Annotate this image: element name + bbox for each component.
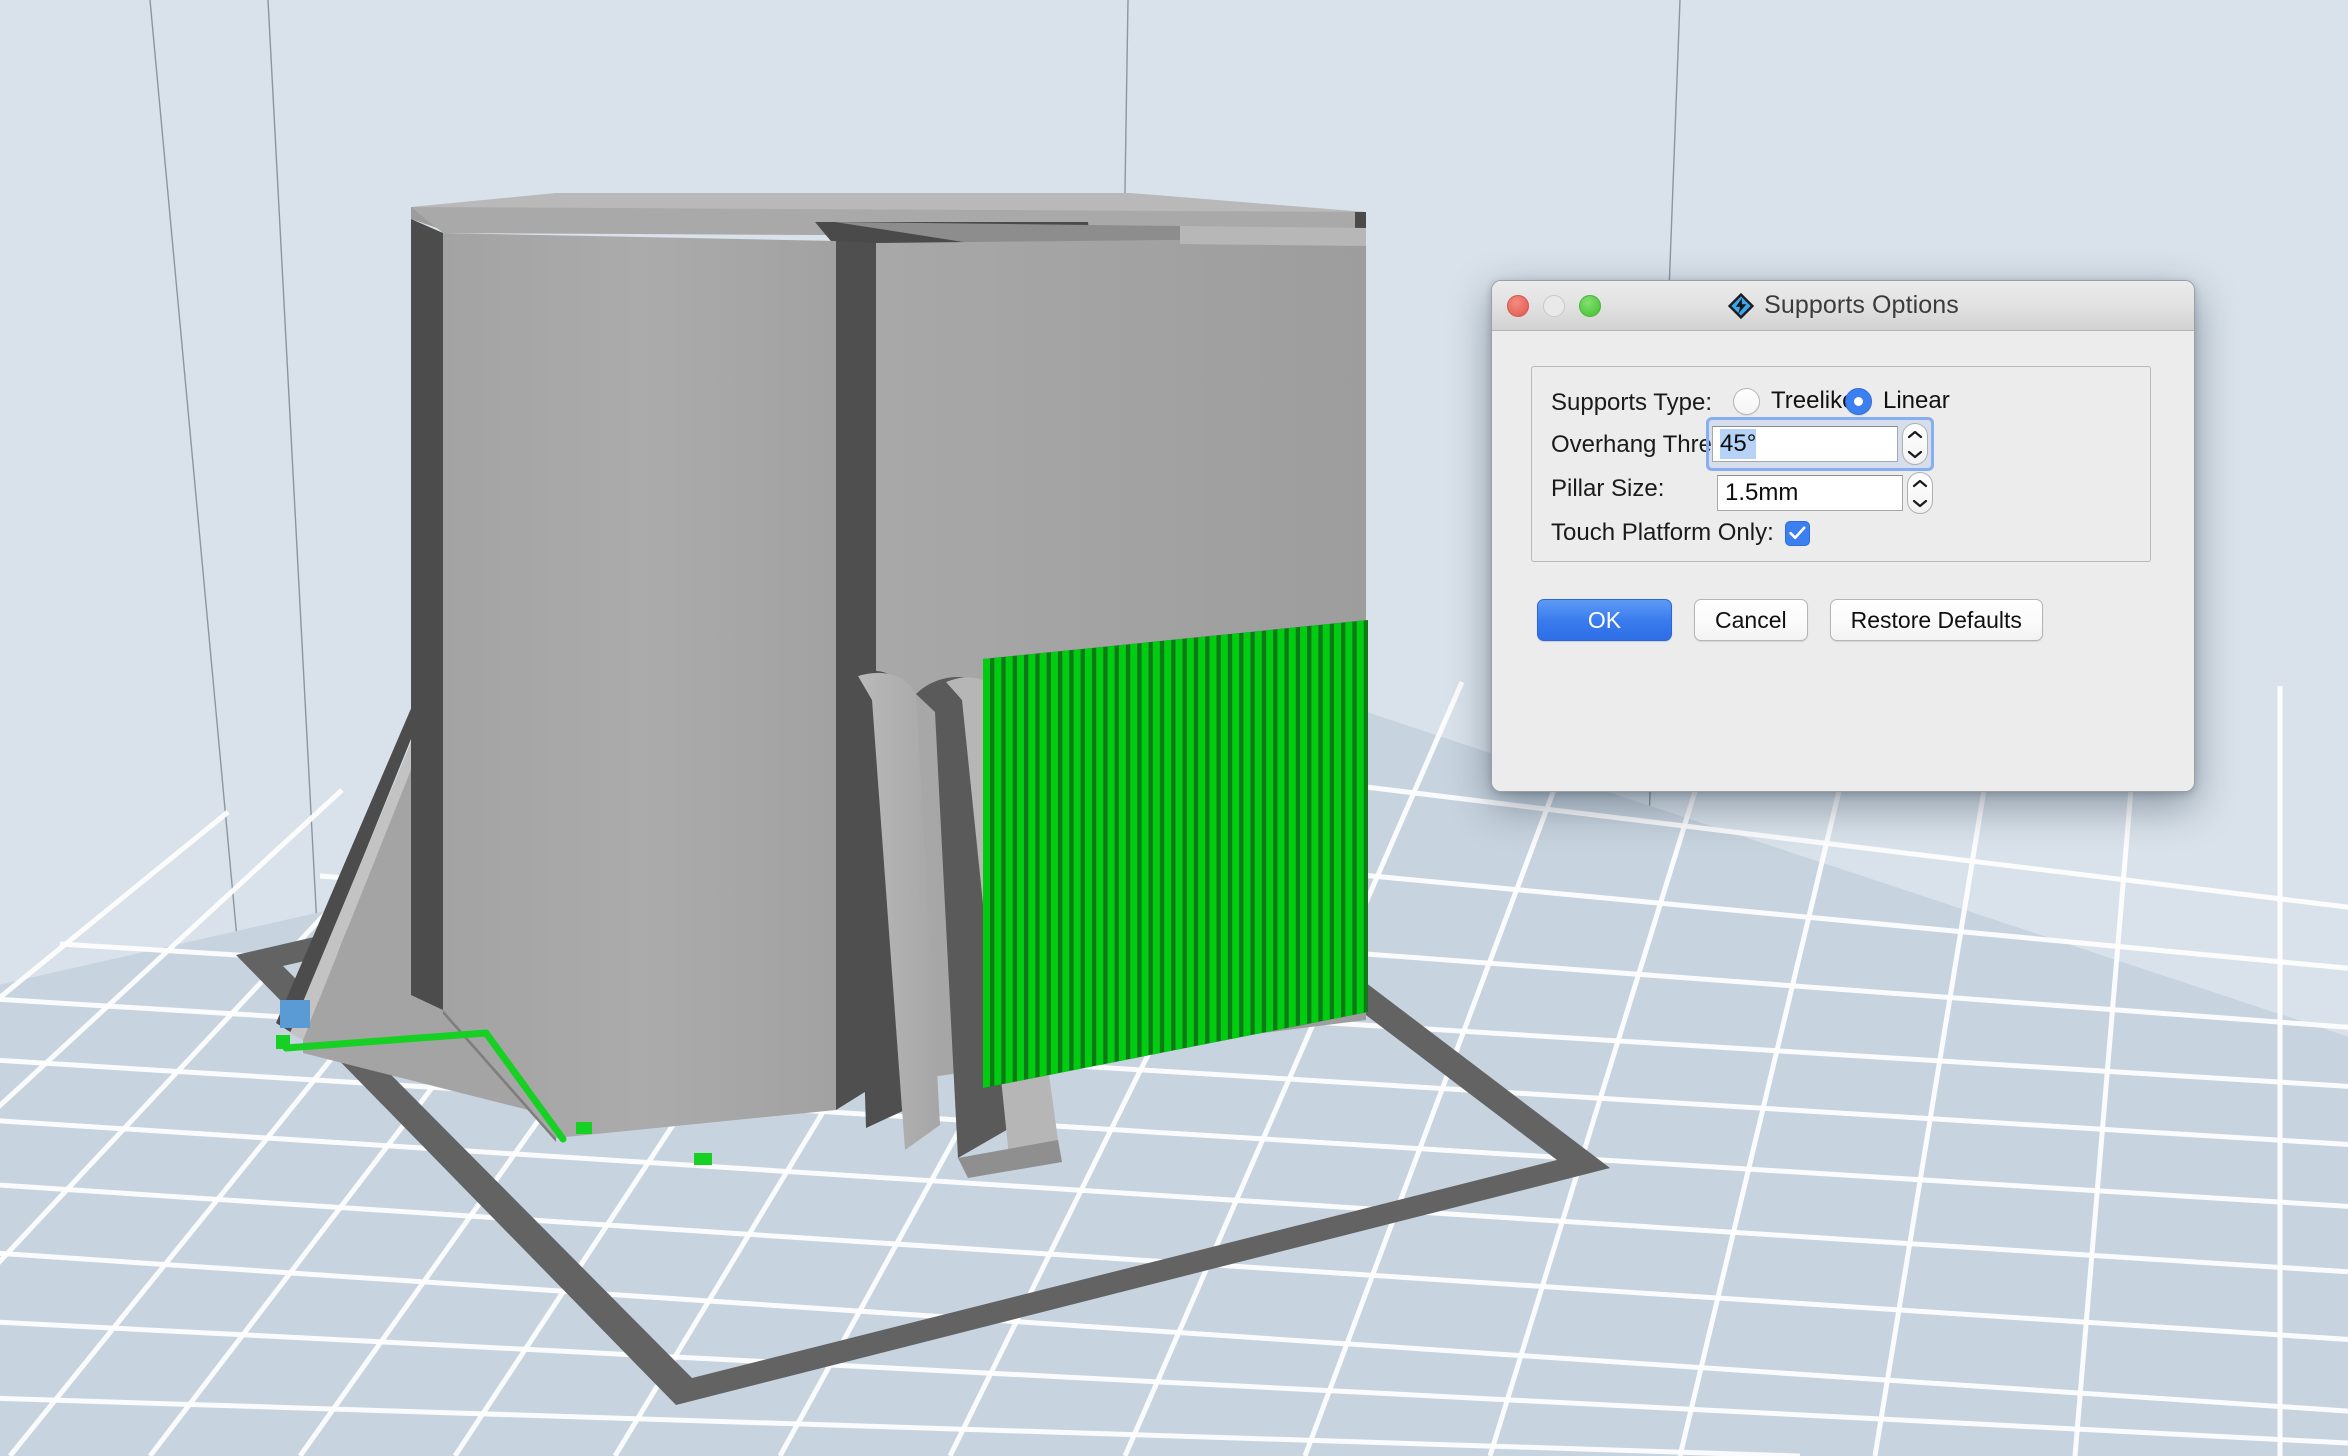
radio-linear-indicator[interactable] [1845, 387, 1872, 415]
window-controls[interactable] [1507, 294, 1601, 317]
support-pillar [1220, 634, 1228, 1042]
touch-platform-only-label: Touch Platform Only: [1551, 519, 1774, 546]
support-pillar [1050, 651, 1058, 1075]
support-pillar [1288, 627, 1296, 1028]
support-pillar [1130, 643, 1138, 1059]
close-button[interactable] [1507, 294, 1529, 317]
app-root: Supports Options Supports Type: Treelike… [0, 0, 2348, 1456]
support-pillar [1073, 649, 1081, 1071]
support-pillar [1232, 633, 1240, 1039]
ok-button[interactable]: OK [1537, 599, 1672, 641]
support-pillar [1028, 653, 1036, 1080]
dialog-title: Supports Options [1764, 291, 1959, 319]
chevron-down-icon[interactable] [1912, 499, 1928, 508]
plate-origin-marker [280, 1000, 310, 1028]
chevron-up-icon[interactable] [1907, 430, 1923, 439]
support-pillar [1096, 646, 1104, 1066]
radio-option-linear[interactable]: Linear [1845, 387, 1950, 415]
chevron-up-icon[interactable] [1912, 479, 1928, 488]
touch-platform-only-row[interactable]: Touch Platform Only: [1551, 519, 1810, 547]
overhang-threshold-control[interactable]: 45° [1706, 417, 1934, 471]
checkmark-icon [1789, 526, 1806, 540]
support-pillar [1084, 647, 1092, 1068]
supports-options-dialog[interactable]: Supports Options Supports Type: Treelike… [1491, 280, 2195, 792]
supports-type-row: Supports Type: [1551, 389, 1712, 417]
pillar-size-row: Pillar Size: [1551, 475, 1664, 503]
radio-treelike-indicator[interactable] [1733, 387, 1760, 415]
support-pillar [1209, 635, 1217, 1044]
zoom-button[interactable] [1579, 294, 1601, 317]
pillar-size-stepper[interactable] [1907, 472, 1933, 514]
pillar-size-value: 1.5mm [1725, 479, 1799, 506]
support-pillar [1243, 631, 1251, 1037]
support-pillar [983, 658, 991, 1088]
support-pillar [1356, 620, 1364, 1015]
support-pillar [1334, 622, 1342, 1019]
diamond-bolt-icon [1727, 292, 1755, 319]
overhang-threshold-value: 45° [1720, 429, 1757, 459]
support-pillar [1175, 638, 1183, 1050]
support-pillar [1152, 641, 1160, 1055]
minimize-button[interactable] [1543, 294, 1565, 317]
support-pillar [1039, 652, 1047, 1077]
cancel-button[interactable]: Cancel [1694, 599, 1808, 641]
support-pillar [1062, 650, 1070, 1073]
support-pillar [1016, 654, 1024, 1082]
supports-type-label: Supports Type: [1551, 389, 1712, 416]
support-pillar [1164, 639, 1172, 1053]
radio-treelike-label: Treelike [1771, 387, 1856, 414]
pillar-size-control[interactable]: 1.5mm [1713, 468, 1937, 518]
restore-defaults-button[interactable]: Restore Defaults [1829, 599, 2043, 641]
support-pillar [1277, 628, 1285, 1030]
radio-option-treelike[interactable]: Treelike [1733, 387, 1855, 415]
support-pillar [1198, 636, 1206, 1046]
overhang-threshold-input[interactable]: 45° [1712, 426, 1898, 462]
radio-linear-label: Linear [1883, 387, 1950, 414]
support-pillar [1005, 655, 1013, 1084]
support-pillar [1300, 626, 1308, 1026]
support-pillar [1311, 625, 1319, 1024]
support-pillar [1266, 629, 1274, 1033]
support-pillar [994, 657, 1002, 1086]
dialog-buttons: OK Cancel Restore Defaults [1537, 599, 2043, 641]
support-pillar [1254, 630, 1262, 1035]
support-pillar [1141, 642, 1149, 1057]
support-pillar [1322, 623, 1330, 1021]
linear-supports [983, 620, 1368, 1088]
support-pillar [1118, 644, 1126, 1062]
dialog-titlebar[interactable]: Supports Options [1492, 281, 2194, 331]
pillar-size-label: Pillar Size: [1551, 475, 1665, 502]
pillar-size-input[interactable]: 1.5mm [1717, 475, 1903, 511]
dialog-body: Supports Type: Treelike Linear Overhang … [1492, 331, 2194, 791]
support-pillar [1186, 637, 1194, 1048]
overhang-threshold-stepper[interactable] [1902, 423, 1928, 465]
options-groupbox: Supports Type: Treelike Linear Overhang … [1531, 366, 2151, 562]
touch-platform-only-checkbox[interactable] [1784, 520, 1810, 546]
support-pillar [1345, 621, 1353, 1017]
chevron-down-icon[interactable] [1907, 450, 1923, 459]
support-pillar [1107, 645, 1115, 1064]
